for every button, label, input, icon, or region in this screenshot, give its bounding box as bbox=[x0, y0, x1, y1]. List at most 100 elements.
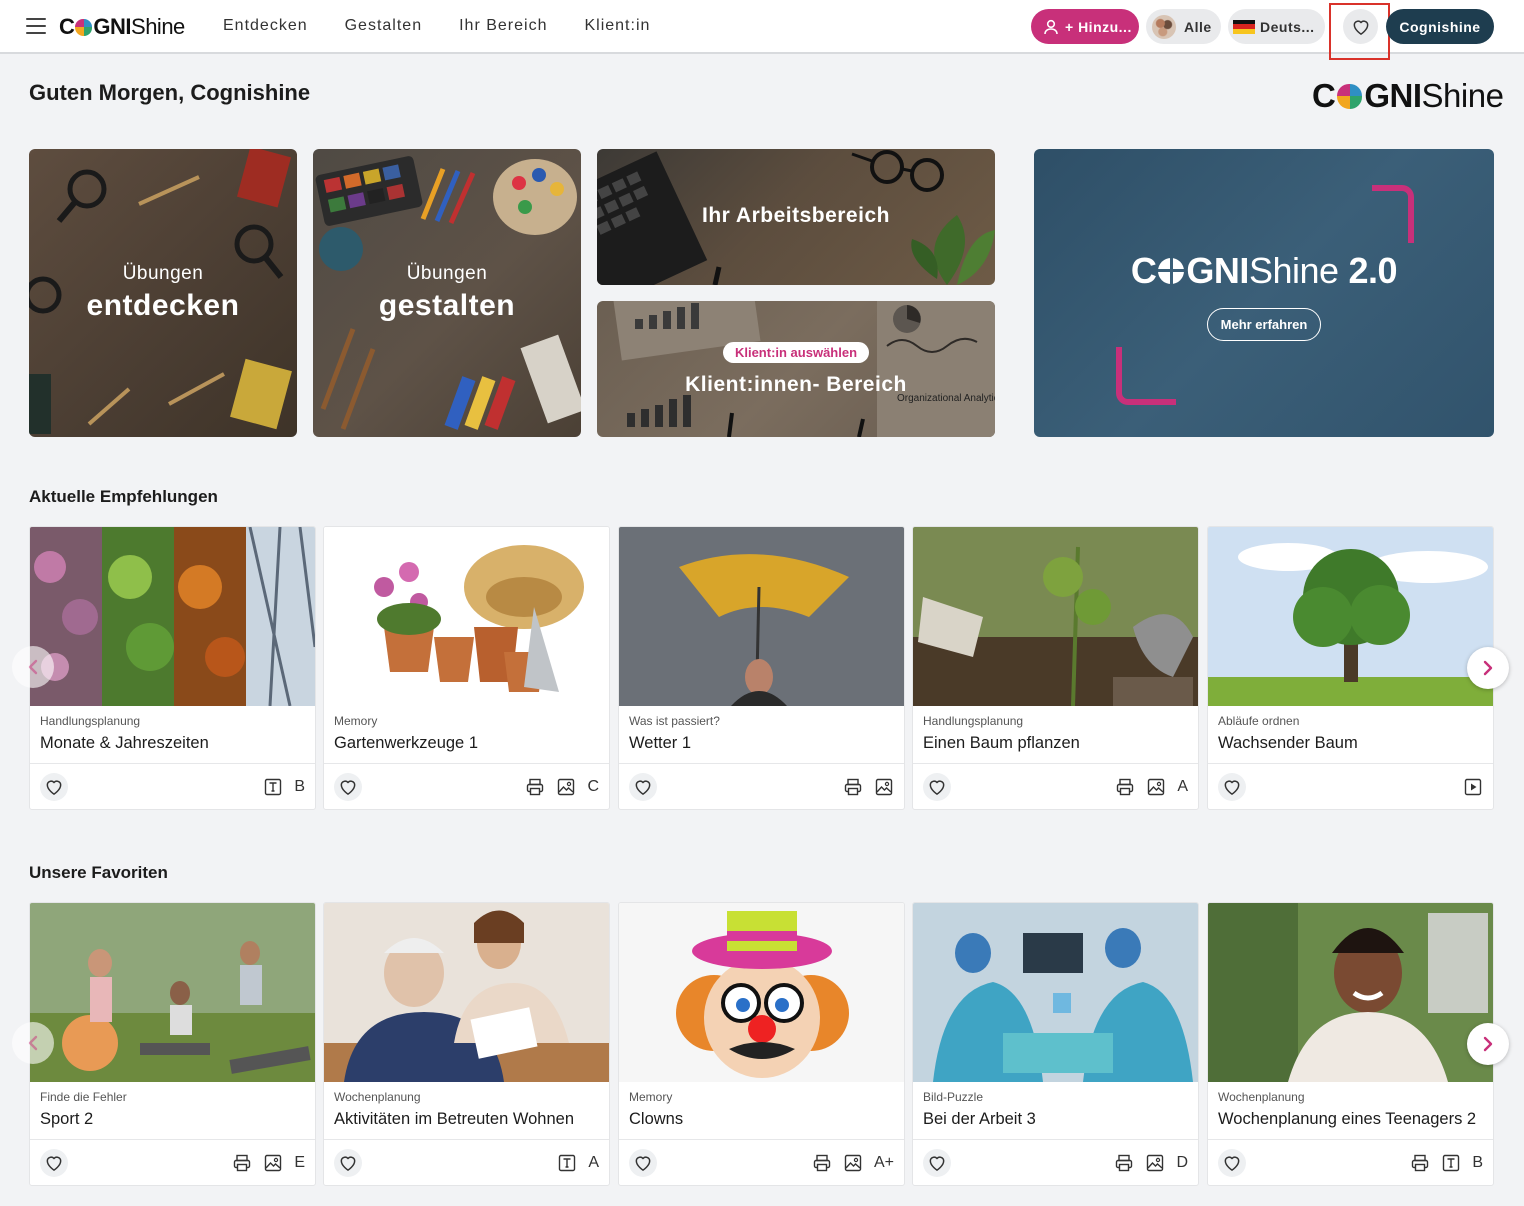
print-icon[interactable] bbox=[1114, 1153, 1134, 1173]
create-small-label: Übungen bbox=[406, 263, 488, 284]
tile-workspace[interactable]: Ihr Arbeitsbereich bbox=[597, 149, 995, 285]
exercise-card-einen-baum-pflanzen[interactable]: Handlungsplanung Einen Baum pflanzen A bbox=[912, 526, 1199, 810]
favorite-heart-icon[interactable] bbox=[40, 1149, 68, 1177]
card-divider bbox=[913, 763, 1198, 764]
exercise-title[interactable]: Wetter 1 bbox=[629, 734, 691, 753]
exercise-card-wochenplanung-eines-teenagers-2[interactable]: Wochenplanung Wochenplanung eines Teenage… bbox=[1207, 902, 1494, 1186]
card-divider bbox=[913, 1139, 1198, 1140]
card-actions: D bbox=[1114, 1153, 1188, 1173]
nav-ihr-bereich[interactable]: Ihr Bereich bbox=[459, 17, 547, 35]
tile-clients-area[interactable]: Organizational Analytics Klient:in auswä… bbox=[597, 301, 995, 437]
language-select[interactable]: Deuts... bbox=[1228, 9, 1325, 44]
favorite-heart-icon[interactable] bbox=[923, 773, 951, 801]
carousel-next-button[interactable] bbox=[1467, 647, 1509, 689]
learn-more-button[interactable]: Mehr erfahren bbox=[1206, 307, 1322, 341]
exercise-title[interactable]: Bei der Arbeit 3 bbox=[923, 1110, 1036, 1129]
exercise-card-wachsender-baum[interactable]: Abläufe ordnen Wachsender Baum bbox=[1207, 526, 1494, 810]
exercise-title[interactable]: Wachsender Baum bbox=[1218, 734, 1358, 753]
exercise-thumbnail[interactable] bbox=[913, 903, 1198, 1082]
menu-icon[interactable] bbox=[26, 18, 46, 34]
exercise-category: Memory bbox=[629, 1090, 673, 1104]
carousel-prev-button[interactable] bbox=[12, 646, 54, 688]
analytics-text: Organizational Analytics bbox=[897, 393, 995, 404]
discover-large-label: entdecken bbox=[86, 289, 240, 322]
favorite-heart-icon[interactable] bbox=[334, 773, 362, 801]
print-icon[interactable] bbox=[1115, 777, 1135, 797]
user-menu-button[interactable]: Cognishine bbox=[1386, 9, 1494, 44]
logo-text-mid: GNI bbox=[93, 14, 132, 39]
user-label: Cognishine bbox=[1399, 18, 1481, 35]
favorite-heart-icon[interactable] bbox=[629, 1149, 657, 1177]
exercise-thumbnail[interactable] bbox=[324, 527, 609, 706]
exercise-thumbnail[interactable] bbox=[913, 527, 1198, 706]
exercise-thumbnail[interactable] bbox=[1208, 527, 1493, 706]
cognishine-logo[interactable]: C GNI Shine bbox=[59, 14, 185, 40]
exercise-category: Handlungsplanung bbox=[40, 714, 141, 728]
exercise-title[interactable]: Clowns bbox=[629, 1110, 683, 1129]
image-icon[interactable] bbox=[874, 777, 894, 797]
print-icon[interactable] bbox=[812, 1153, 832, 1173]
exercise-card-clowns[interactable]: Memory Clowns A+ bbox=[618, 902, 905, 1186]
print-icon[interactable] bbox=[232, 1153, 252, 1173]
exercise-card-monate-jahreszeiten[interactable]: Handlungsplanung Monate & Jahreszeiten B bbox=[29, 526, 316, 810]
add-client-button[interactable]: + Hinzu... bbox=[1031, 9, 1139, 44]
nav-klient[interactable]: Klient:in bbox=[584, 17, 650, 35]
promo-banner[interactable]: C GNI Shine 2.0 Mehr erfahren bbox=[1034, 149, 1494, 437]
carousel-next-button[interactable] bbox=[1467, 1023, 1509, 1065]
favorite-heart-icon[interactable] bbox=[334, 1149, 362, 1177]
exercise-thumbnail[interactable] bbox=[324, 903, 609, 1082]
corner-decoration bbox=[1372, 185, 1414, 243]
print-icon[interactable] bbox=[843, 777, 863, 797]
select-client-badge[interactable]: Klient:in auswählen bbox=[722, 341, 870, 363]
promo-logo-post: Shine bbox=[1248, 249, 1339, 291]
text-icon[interactable] bbox=[1441, 1153, 1461, 1173]
image-icon[interactable] bbox=[263, 1153, 283, 1173]
image-icon[interactable] bbox=[1145, 1153, 1165, 1173]
text-icon[interactable] bbox=[263, 777, 283, 797]
exercise-thumbnail[interactable] bbox=[30, 527, 315, 706]
exercise-card-gartenwerkzeuge-1[interactable]: Memory Gartenwerkzeuge 1 C bbox=[323, 526, 610, 810]
tile-create-exercises[interactable]: Übungen gestalten bbox=[313, 149, 581, 437]
image-icon[interactable] bbox=[556, 777, 576, 797]
difficulty-level: D bbox=[1176, 1154, 1188, 1171]
nav-entdecken[interactable]: Entdecken bbox=[223, 17, 308, 35]
tile-discover-exercises[interactable]: Übungen entdecken bbox=[29, 149, 297, 437]
text-icon[interactable] bbox=[557, 1153, 577, 1173]
print-icon[interactable] bbox=[1410, 1153, 1430, 1173]
exercise-thumbnail[interactable] bbox=[619, 527, 904, 706]
favorite-heart-icon[interactable] bbox=[923, 1149, 951, 1177]
promo-logo: C GNI Shine 2.0 bbox=[1131, 249, 1398, 292]
exercise-thumbnail[interactable] bbox=[619, 903, 904, 1082]
logo-text-pre: C bbox=[59, 14, 75, 39]
favorite-heart-icon[interactable] bbox=[629, 773, 657, 801]
exercise-thumbnail[interactable] bbox=[1208, 903, 1493, 1082]
favorite-heart-icon[interactable] bbox=[1218, 1149, 1246, 1177]
favorite-heart-icon[interactable] bbox=[40, 773, 68, 801]
exercise-title[interactable]: Sport 2 bbox=[40, 1110, 93, 1129]
promo-logo-mid: GNI bbox=[1186, 249, 1249, 291]
exercise-title[interactable]: Einen Baum pflanzen bbox=[923, 734, 1080, 753]
exercise-title[interactable]: Aktivitäten im Betreuten Wohnen bbox=[334, 1110, 574, 1129]
print-icon[interactable] bbox=[525, 777, 545, 797]
client-filter-all-button[interactable]: Alle bbox=[1146, 9, 1221, 44]
exercise-card-sport-2[interactable]: Finde die Fehler Sport 2 E bbox=[29, 902, 316, 1186]
carousel-prev-button[interactable] bbox=[12, 1022, 54, 1064]
exercise-title[interactable]: Monate & Jahreszeiten bbox=[40, 734, 209, 753]
section-title-recommendations: Aktuelle Empfehlungen bbox=[29, 487, 218, 506]
exercise-card-bei-der-arbeit-3[interactable]: Bild-Puzzle Bei der Arbeit 3 D bbox=[912, 902, 1199, 1186]
exercise-category: Finde die Fehler bbox=[40, 1090, 127, 1104]
exercise-title[interactable]: Wochenplanung eines Teenagers 2 bbox=[1218, 1110, 1476, 1129]
nav-gestalten[interactable]: Gestalten bbox=[345, 17, 422, 35]
exercise-thumbnail[interactable] bbox=[30, 903, 315, 1082]
exercise-card-aktivitaten-im-betreuten-wohnen[interactable]: Wochenplanung Aktivitäten im Betreuten Wo… bbox=[323, 902, 610, 1186]
image-icon[interactable] bbox=[843, 1153, 863, 1173]
brand-logo-post: Shine bbox=[1421, 77, 1504, 114]
difficulty-level: A+ bbox=[873, 1154, 894, 1171]
exercise-category: Abläufe ordnen bbox=[1218, 714, 1300, 728]
image-icon[interactable] bbox=[1146, 777, 1166, 797]
exercise-card-wetter-1[interactable]: Was ist passiert? Wetter 1 bbox=[618, 526, 905, 810]
video-icon[interactable] bbox=[1463, 777, 1483, 797]
favorite-heart-icon[interactable] bbox=[1218, 773, 1246, 801]
exercise-title[interactable]: Gartenwerkzeuge 1 bbox=[334, 734, 478, 753]
difficulty-level: C bbox=[587, 778, 599, 795]
